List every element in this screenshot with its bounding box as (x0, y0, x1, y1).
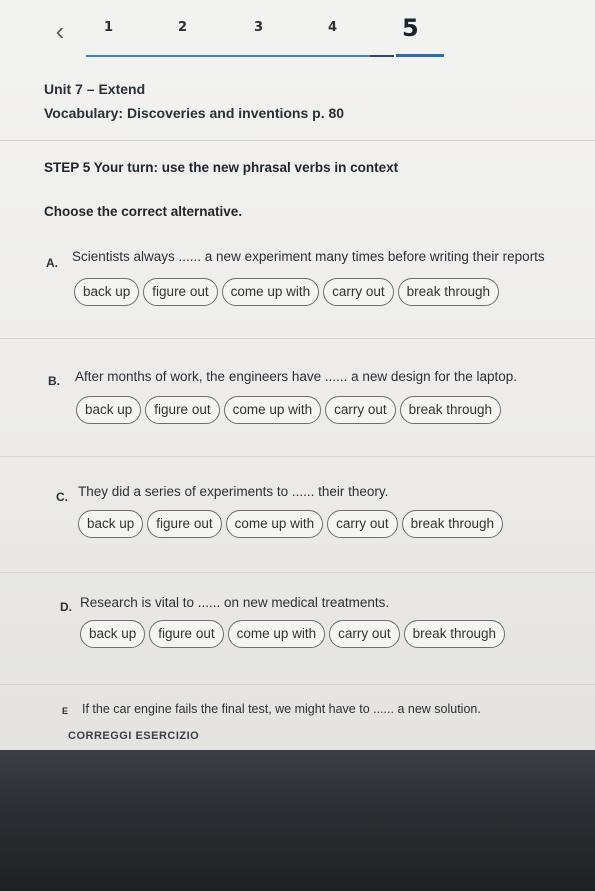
question-e-letter: E (62, 706, 69, 716)
option-break-through[interactable]: break through (399, 396, 501, 424)
question-a-text: Scientists always ...... a new experimen… (72, 249, 545, 264)
option-back-up[interactable]: back up (78, 510, 144, 538)
question-a-letter: A. (46, 256, 58, 270)
question-d-text: Research is vital to ...... on new medic… (80, 595, 390, 610)
option-come-up-with[interactable]: come up with (225, 510, 324, 538)
exercise-title: STEP 5 Your turn: use the new phrasal ve… (44, 160, 399, 175)
question-a-options: back up figure out come up with carry ou… (74, 278, 499, 306)
option-figure-out[interactable]: figure out (149, 620, 224, 648)
exercise-page: ‹ 1 2 3 4 5 Unit 7 – Extend Vocabulary: … (0, 0, 595, 760)
divider (0, 572, 595, 573)
step-2-tab[interactable]: 2 (178, 20, 187, 35)
divider (0, 684, 595, 685)
step-navigation: ‹ 1 2 3 4 5 (0, 0, 595, 68)
check-exercise-button[interactable]: CORREGGI ESERCIZIO (68, 730, 199, 742)
step-1-tab[interactable]: 1 (104, 20, 113, 35)
step-4-tab[interactable]: 4 (328, 20, 337, 35)
step-3-tab[interactable]: 3 (254, 20, 263, 35)
option-come-up-with[interactable]: come up with (227, 620, 326, 648)
exercise-instruction: Choose the correct alternative. (44, 204, 243, 219)
option-carry-out[interactable]: carry out (323, 278, 394, 306)
unit-title: Unit 7 – Extend (44, 81, 146, 97)
question-d-options: back up figure out come up with carry ou… (80, 620, 505, 648)
option-break-through[interactable]: break through (403, 620, 505, 648)
divider (0, 456, 595, 457)
option-back-up[interactable]: back up (80, 620, 146, 648)
divider (0, 140, 595, 141)
option-back-up[interactable]: back up (74, 278, 140, 306)
step-progress-connector (370, 55, 394, 57)
option-carry-out[interactable]: carry out (329, 620, 400, 648)
chevron-left-icon[interactable]: ‹ (48, 18, 72, 44)
option-carry-out[interactable]: carry out (327, 510, 398, 538)
question-b-options: back up figure out come up with carry ou… (76, 396, 501, 424)
question-b-letter: B. (48, 374, 60, 388)
option-come-up-with[interactable]: come up with (223, 396, 322, 424)
question-c-letter: C. (56, 490, 68, 504)
option-back-up[interactable]: back up (76, 396, 142, 424)
question-c-text: They did a series of experiments to ....… (78, 484, 389, 499)
divider (0, 338, 595, 339)
vocabulary-title: Vocabulary: Discoveries and inventions p… (44, 105, 345, 121)
step-progress-line (86, 55, 376, 57)
background-dark-area (0, 750, 595, 891)
option-break-through[interactable]: break through (397, 278, 499, 306)
question-b-text: After months of work, the engineers have… (75, 369, 517, 384)
option-break-through[interactable]: break through (401, 510, 503, 538)
option-figure-out[interactable]: figure out (143, 278, 218, 306)
question-e-text: If the car engine fails the final test, … (82, 702, 481, 716)
option-carry-out[interactable]: carry out (325, 396, 396, 424)
option-figure-out[interactable]: figure out (145, 396, 220, 424)
option-come-up-with[interactable]: come up with (221, 278, 320, 306)
active-step-underline (396, 54, 444, 57)
question-d-letter: D. (60, 600, 72, 614)
option-figure-out[interactable]: figure out (147, 510, 222, 538)
step-5-tab[interactable]: 5 (402, 14, 419, 42)
question-c-options: back up figure out come up with carry ou… (78, 510, 503, 538)
